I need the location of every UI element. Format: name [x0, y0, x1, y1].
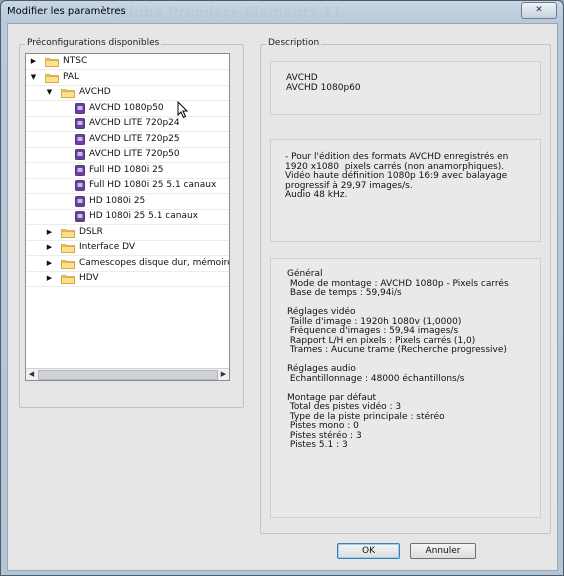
expand-arrow-icon[interactable]: ▶: [45, 256, 54, 271]
settings-line: Pistes 5.1 : 3: [287, 440, 348, 450]
tree-item-label: DSLR: [79, 226, 103, 237]
scroll-left-icon[interactable]: ◀: [26, 369, 37, 380]
preset-file-icon: [75, 133, 85, 145]
mouse-cursor-icon: [177, 101, 189, 119]
ok-button[interactable]: OK: [337, 543, 400, 559]
tree-folder-row[interactable]: ▶ HDV: [26, 271, 229, 287]
tree-item-label: PAL: [63, 71, 80, 82]
title-bar[interactable]: Adobe Premiere Elements 11 Modifier les …: [1, 1, 563, 23]
expand-arrow-icon[interactable]: ▶: [45, 271, 54, 286]
tree-item-label: AVCHD LITE 720p50: [89, 149, 180, 159]
tree-preset-row[interactable]: Full HD 1080i 25 5.1 canaux: [26, 178, 229, 194]
expand-arrow-icon[interactable]: ▶: [45, 225, 54, 240]
settings-line: Echantillonnage : 48000 échantillons/s: [287, 373, 465, 384]
cancel-button[interactable]: Annuler: [410, 543, 476, 559]
tree-item-label: Full HD 1080i 25: [89, 164, 164, 175]
tree-item-label: HD 1080i 25 5.1 canaux: [89, 211, 199, 221]
preset-file-icon: [75, 149, 85, 160]
preset-file-icon: [75, 102, 85, 114]
expand-arrow-icon[interactable]: ▶: [45, 240, 54, 255]
dialog-window: Adobe Premiere Elements 11 Modifier les …: [0, 0, 564, 576]
description-groupbox: Description AVCHD AVCHD 1080p60 - Pour l…: [260, 38, 551, 534]
tree-preset-row[interactable]: AVCHD LITE 720p25: [26, 132, 229, 148]
dialog-title: Modifier les paramètres: [7, 6, 126, 17]
expand-arrow-icon[interactable]: ▶: [29, 54, 38, 69]
settings-line: Base de temps : 59,94i/s: [287, 288, 402, 298]
tree-preset-row[interactable]: HD 1080i 25: [26, 194, 229, 210]
tree-item-label: NTSC: [63, 56, 88, 66]
scrollbar-thumb[interactable]: [38, 370, 218, 380]
tree-preset-row[interactable]: AVCHD 1080p50: [26, 100, 229, 117]
folder-icon: [45, 73, 59, 83]
preset-file-icon: [75, 195, 85, 207]
folder-icon: [61, 244, 75, 253]
presets-group-label: Préconfigurations disponibles: [25, 38, 162, 48]
background-app-title: Adobe Premiere Elements 11: [113, 5, 342, 21]
preset-file-icon: [75, 180, 85, 191]
scroll-right-icon[interactable]: ▶: [218, 369, 229, 380]
folder-icon: [61, 259, 75, 269]
close-button[interactable]: ✕: [521, 2, 557, 19]
tree-preset-row[interactable]: AVCHD LITE 720p50: [26, 147, 229, 163]
collapse-arrow-icon[interactable]: ▼: [45, 85, 54, 100]
description-group-label: Description: [266, 38, 322, 48]
description-line: Audio 48 kHz.: [285, 190, 348, 200]
settings-line: Trames : Aucune trame (Recherche progres…: [287, 345, 507, 355]
tree-folder-row[interactable]: ▶ DSLR: [26, 225, 229, 241]
tree-item-label: AVCHD: [79, 87, 111, 97]
folder-icon: [61, 89, 75, 98]
tree-item-label: HD 1080i 25: [89, 195, 146, 206]
dialog-body: Préconfigurations disponibles ▶ NTSC ▼ PAL ▼…: [7, 23, 558, 571]
tree-preset-row[interactable]: HD 1080i 25 5.1 canaux: [26, 209, 229, 225]
tree-preset-row[interactable]: Full HD 1080i 25: [26, 163, 229, 179]
folder-icon: [61, 275, 75, 284]
preset-description-box: - Pour l'édition des formats AVCHD enreg…: [270, 139, 541, 242]
collapse-arrow-icon[interactable]: ▼: [29, 70, 38, 85]
tree-item-label: AVCHD LITE 720p25: [89, 133, 180, 144]
preset-file-icon: [75, 118, 85, 129]
preset-name-box: AVCHD AVCHD 1080p60: [270, 61, 541, 115]
close-icon: ✕: [535, 5, 543, 15]
tree-folder-row[interactable]: ▶ Interface DV: [26, 240, 229, 256]
tree-item-label: Camescopes disque dur, mémoire FLASH: [79, 257, 230, 268]
presets-groupbox: Préconfigurations disponibles ▶ NTSC ▼ PAL ▼…: [19, 38, 244, 408]
tree-preset-row[interactable]: AVCHD LITE 720p24: [26, 116, 229, 132]
preset-file-icon: [75, 164, 85, 176]
preset-name: AVCHD 1080p60: [286, 82, 361, 93]
tree-item-label: Full HD 1080i 25 5.1 canaux: [89, 180, 217, 190]
tree-item-label: Interface DV: [79, 242, 136, 252]
tree-folder-row[interactable]: ▶ Camescopes disque dur, mémoire FLASH: [26, 256, 229, 272]
tree-folder-row[interactable]: ▼ PAL: [26, 70, 229, 86]
presets-tree[interactable]: ▶ NTSC ▼ PAL ▼ AVCHD AVCHD 1080p50 AVCHD LITE 7…: [25, 53, 230, 381]
tree-folder-row[interactable]: ▶ NTSC: [26, 54, 229, 70]
tree-item-label: AVCHD 1080p50: [89, 102, 164, 113]
preset-settings-box: Général Mode de montage : AVCHD 1080p - …: [270, 258, 541, 518]
tree-item-label: AVCHD LITE 720p24: [89, 118, 180, 128]
preset-file-icon: [75, 211, 85, 222]
tree-item-label: HDV: [79, 273, 99, 283]
tree-folder-row[interactable]: ▼ AVCHD: [26, 85, 229, 101]
folder-icon: [61, 228, 75, 238]
horizontal-scrollbar[interactable]: ◀ ▶: [26, 368, 229, 380]
folder-icon: [45, 58, 59, 67]
